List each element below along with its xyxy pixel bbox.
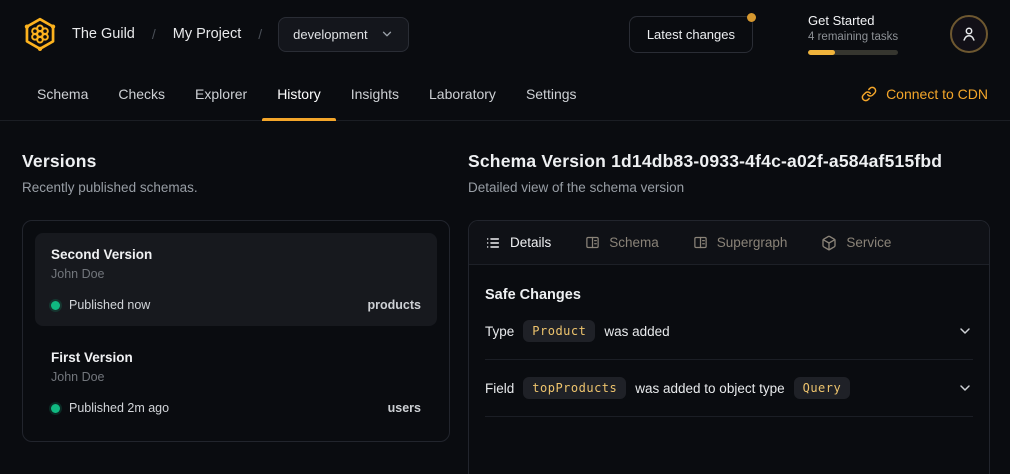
tab-settings[interactable]: Settings xyxy=(511,68,592,120)
version-status-label: Published now xyxy=(69,298,150,312)
change-row-type-added[interactable]: Type Product was added xyxy=(485,303,973,360)
detail-tab-label: Service xyxy=(846,235,891,250)
change-description: Type Product was added xyxy=(485,320,670,342)
target-selector[interactable]: development xyxy=(278,17,408,52)
versions-title: Versions xyxy=(22,151,450,172)
version-author: John Doe xyxy=(51,370,421,384)
user-avatar[interactable] xyxy=(950,15,988,53)
latest-changes-button[interactable]: Latest changes xyxy=(629,16,753,53)
breadcrumb-separator: / xyxy=(258,26,262,42)
get-started-progress-fill xyxy=(808,50,835,55)
version-author: John Doe xyxy=(51,267,421,281)
get-started-title: Get Started xyxy=(808,13,904,28)
detail-tab-supergraph[interactable]: Supergraph xyxy=(693,235,788,250)
connect-to-cdn-label: Connect to CDN xyxy=(886,86,988,102)
breadcrumb-org[interactable]: The Guild xyxy=(72,26,135,42)
change-description: Field topProducts was added to object ty… xyxy=(485,377,850,399)
detail-body: Safe Changes Type Product was added Fiel… xyxy=(469,287,989,417)
safe-changes-title: Safe Changes xyxy=(485,287,973,303)
breadcrumb: The Guild / My Project / xyxy=(72,26,262,42)
detail-tab-schema[interactable]: Schema xyxy=(585,235,659,250)
detail-panel: Details Schema xyxy=(468,220,990,474)
link-icon xyxy=(861,86,877,102)
published-dot-icon xyxy=(51,301,60,310)
app-header: The Guild / My Project / development Lat… xyxy=(0,0,1010,68)
version-title: Second Version xyxy=(51,247,421,262)
change-row-field-added[interactable]: Field topProducts was added to object ty… xyxy=(485,360,973,417)
notification-dot xyxy=(747,13,756,22)
chevron-down-icon[interactable] xyxy=(957,380,973,396)
breadcrumb-project[interactable]: My Project xyxy=(173,26,242,42)
tab-schema[interactable]: Schema xyxy=(22,68,103,120)
detail-tab-service[interactable]: Service xyxy=(821,235,891,251)
get-started-widget[interactable]: Get Started 4 remaining tasks xyxy=(808,13,904,55)
version-service: products xyxy=(368,298,421,312)
tab-explorer[interactable]: Explorer xyxy=(180,68,262,120)
tab-history[interactable]: History xyxy=(262,68,336,120)
version-meta: Published now products xyxy=(51,298,421,312)
detail-tab-label: Details xyxy=(510,235,551,250)
header-right: Latest changes Get Started 4 remaining t… xyxy=(629,13,988,55)
tab-checks[interactable]: Checks xyxy=(103,68,180,120)
primary-nav: Schema Checks Explorer History Insights … xyxy=(0,68,1010,121)
target-selector-value: development xyxy=(293,27,367,42)
connect-to-cdn-link[interactable]: Connect to CDN xyxy=(861,68,988,120)
detail-column: Schema Version 1d14db83-0933-4f4c-a02f-a… xyxy=(468,151,990,474)
person-icon xyxy=(960,25,978,43)
versions-subtitle: Recently published schemas. xyxy=(22,180,450,195)
versions-column: Versions Recently published schemas. Sec… xyxy=(22,151,450,474)
get-started-subtitle: 4 remaining tasks xyxy=(808,31,904,43)
version-status: Published now xyxy=(51,298,150,312)
columns-icon xyxy=(693,235,708,250)
tab-laboratory[interactable]: Laboratory xyxy=(414,68,511,120)
guild-logo-icon[interactable] xyxy=(22,16,58,52)
detail-subtitle: Detailed view of the schema version xyxy=(468,180,990,195)
published-dot-icon xyxy=(51,404,60,413)
change-prefix: Type xyxy=(485,324,514,339)
versions-list: Second Version John Doe Published now pr… xyxy=(22,220,450,442)
version-status-label: Published 2m ago xyxy=(69,401,169,415)
code-badge: topProducts xyxy=(523,377,626,399)
version-status: Published 2m ago xyxy=(51,401,169,415)
columns-icon xyxy=(585,235,600,250)
version-card-first[interactable]: First Version John Doe Published 2m ago … xyxy=(35,336,437,429)
chevron-down-icon[interactable] xyxy=(957,323,973,339)
code-badge: Product xyxy=(523,320,595,342)
main-content: Versions Recently published schemas. Sec… xyxy=(0,121,1010,474)
detail-tab-label: Schema xyxy=(609,235,659,250)
detail-tabs: Details Schema xyxy=(469,221,989,265)
detail-title: Schema Version 1d14db83-0933-4f4c-a02f-a… xyxy=(468,151,990,172)
list-icon xyxy=(485,235,501,251)
breadcrumb-separator: / xyxy=(152,26,156,42)
change-prefix: Field xyxy=(485,381,514,396)
change-suffix: was added xyxy=(604,324,669,339)
chevron-down-icon xyxy=(380,27,394,41)
version-card-second[interactable]: Second Version John Doe Published now pr… xyxy=(35,233,437,326)
change-suffix: was added to object type xyxy=(635,381,784,396)
version-service: users xyxy=(388,401,421,415)
tab-insights[interactable]: Insights xyxy=(336,68,414,120)
version-title: First Version xyxy=(51,350,421,365)
latest-changes-label: Latest changes xyxy=(647,27,735,42)
detail-tab-label: Supergraph xyxy=(717,235,788,250)
detail-tab-details[interactable]: Details xyxy=(485,235,551,251)
cube-icon xyxy=(821,235,837,251)
get-started-progressbar xyxy=(808,50,898,55)
version-meta: Published 2m ago users xyxy=(51,401,421,415)
code-badge: Query xyxy=(794,377,851,399)
